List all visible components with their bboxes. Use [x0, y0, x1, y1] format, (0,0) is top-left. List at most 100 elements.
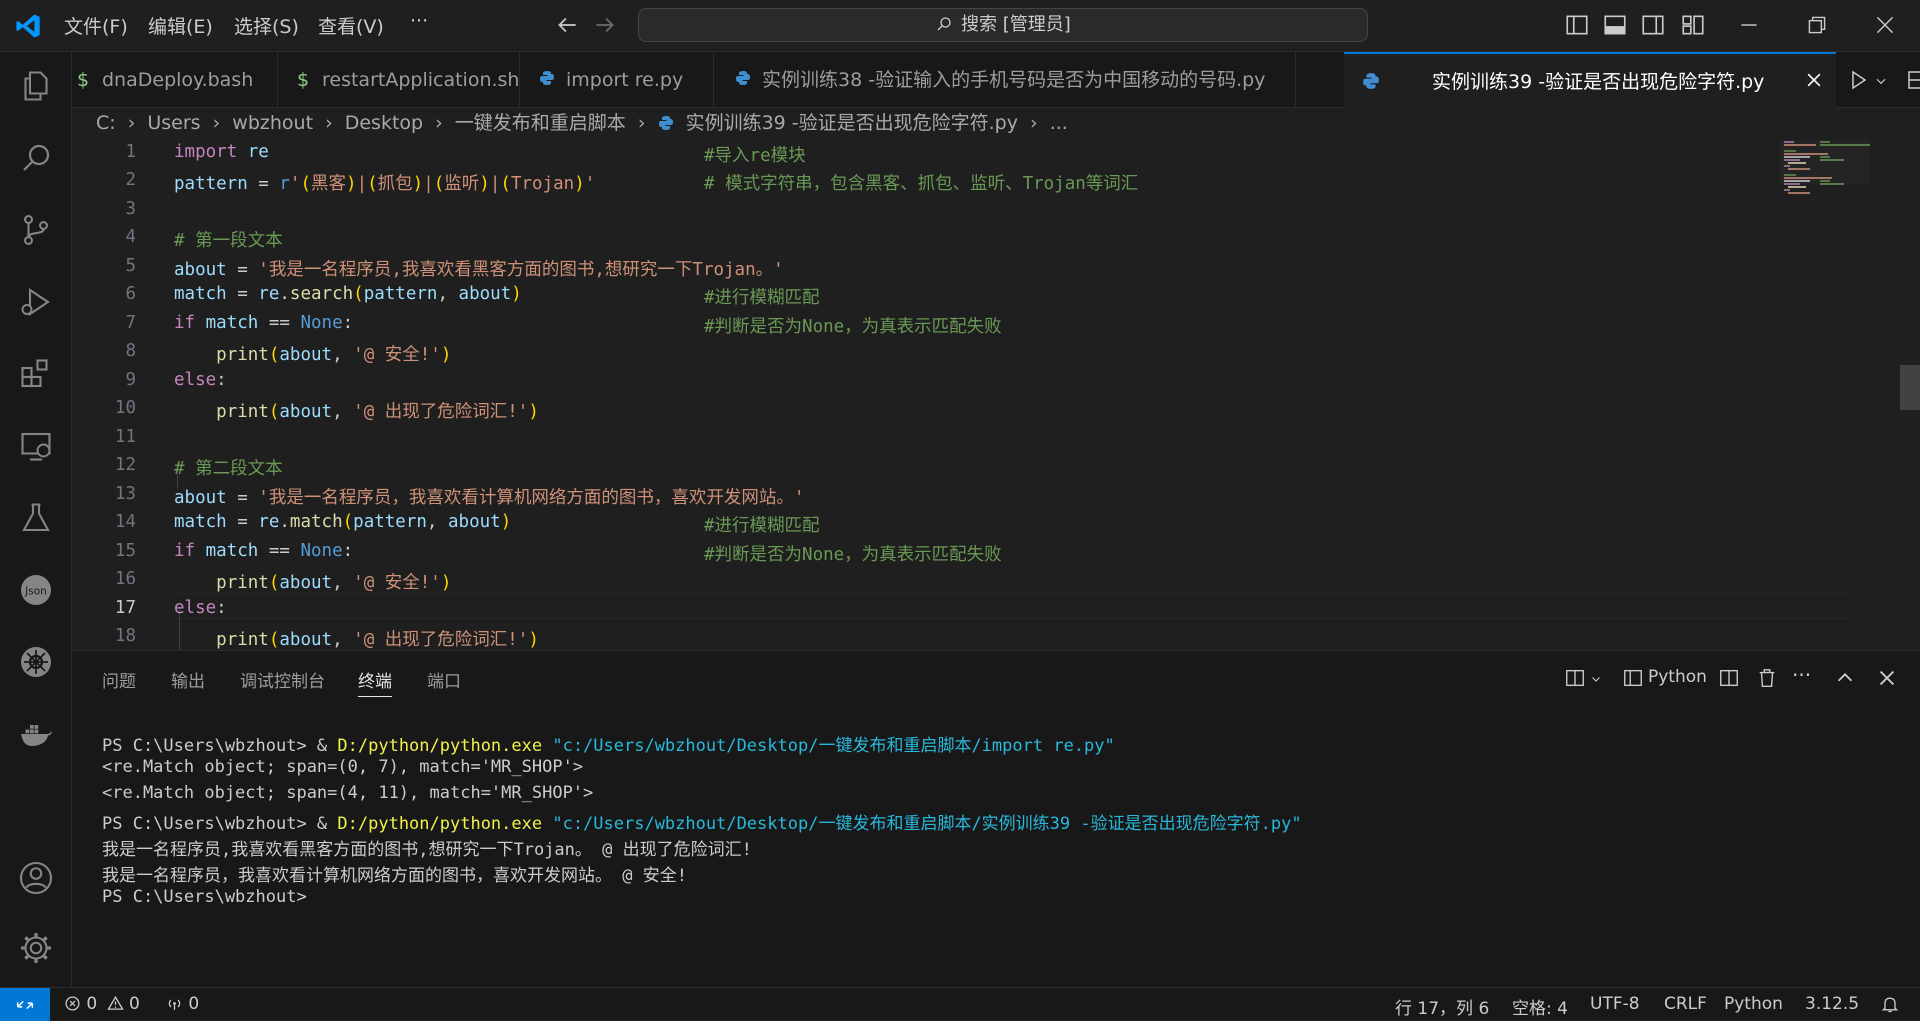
breadcrumb-file[interactable]: 实例训练39 -验证是否出现危险字符.py: [686, 112, 1018, 134]
maximize-panel-chevron-up-icon[interactable]: [1834, 667, 1856, 689]
menu-view[interactable]: 查看(V): [318, 12, 384, 39]
close-window-icon[interactable]: [1872, 12, 1898, 38]
terminal-line[interactable]: PS C:\Users\wbzhout>: [102, 887, 307, 907]
breadcrumb-users[interactable]: Users: [147, 112, 200, 134]
remote-explorer-icon[interactable]: [18, 428, 54, 464]
code-line[interactable]: print(about, '@ 出现了危险词汇!'): [174, 398, 539, 423]
minimap[interactable]: [1780, 140, 1900, 220]
run-python-file-icon[interactable]: [1846, 68, 1870, 92]
menu-more[interactable]: ···: [410, 10, 428, 32]
accounts-icon[interactable]: [18, 860, 54, 896]
code-line[interactable]: else:: [174, 370, 227, 390]
command-search-box[interactable]: 搜索 [管理员]: [638, 8, 1368, 42]
notifications-bell-icon[interactable]: [1880, 994, 1900, 1014]
terminal-shell-name[interactable]: Python: [1648, 667, 1707, 687]
current-line-highlight: [174, 593, 1850, 619]
code-line[interactable]: else:: [174, 598, 227, 618]
menu-selection[interactable]: 选择(S): [234, 12, 299, 39]
encoding[interactable]: UTF-8: [1590, 994, 1640, 1014]
line-number: 18: [114, 626, 136, 646]
customize-layout-icon[interactable]: [1680, 12, 1706, 38]
code-line[interactable]: match = re.match(pattern, about): [174, 512, 511, 532]
new-terminal-split-icon[interactable]: [1564, 667, 1586, 689]
run-dropdown-chevron-icon[interactable]: [1874, 74, 1888, 88]
indentation[interactable]: 空格: 4: [1512, 994, 1568, 1019]
testing-flask-icon[interactable]: [18, 500, 54, 536]
line-ending[interactable]: CRLF: [1664, 994, 1707, 1014]
remote-indicator[interactable]: [0, 988, 50, 1021]
title-bar: 文件(F) 编辑(E) 选择(S) 查看(V) ··· 搜索 [管理员]: [0, 0, 1920, 52]
back-arrow-icon[interactable]: [554, 12, 580, 38]
code-line[interactable]: print(about, '@ 安全!'): [174, 341, 451, 366]
terminal-line[interactable]: PS C:\Users\wbzhout> & D:/python/python.…: [102, 809, 1302, 834]
toggle-primary-sidebar-icon[interactable]: [1564, 12, 1590, 38]
panel-more-actions-icon[interactable]: ···: [1792, 663, 1811, 687]
python-file-icon: [536, 52, 558, 108]
toggle-panel-icon[interactable]: [1602, 12, 1628, 38]
json-icon[interactable]: Json: [18, 572, 54, 608]
terminal-dropdown-chevron-icon[interactable]: [1590, 673, 1602, 685]
code-line[interactable]: print(about, '@ 安全!'): [174, 569, 451, 594]
code-editor[interactable]: 1 2 3 4 5 6 7 8 9 10 11 12 13 14 15 16 1…: [72, 140, 1920, 650]
run-and-debug-icon[interactable]: [18, 284, 54, 320]
kubernetes-icon[interactable]: [18, 644, 54, 680]
tab-dnadeploy[interactable]: $ dnaDeploy.bash: [72, 52, 278, 108]
terminal-line[interactable]: <re.Match object; span=(4, 11), match='M…: [102, 783, 593, 803]
line-number: 12: [114, 455, 136, 475]
tab-problems[interactable]: 问题: [102, 667, 136, 692]
search-view-icon[interactable]: [18, 140, 54, 176]
code-line[interactable]: about = '我是一名程序员，我喜欢看计算机网络方面的图书，喜欢开发网站。': [174, 484, 804, 509]
explorer-icon[interactable]: [18, 68, 54, 104]
restore-window-icon[interactable]: [1804, 12, 1830, 38]
line-number: 9: [125, 370, 136, 390]
trash-icon[interactable]: [1756, 667, 1778, 689]
terminal-line[interactable]: 我是一名程序员,我喜欢看黑客方面的图书,想研究一下Trojan。 @ 出现了危险…: [102, 835, 752, 860]
source-control-icon[interactable]: [18, 212, 54, 248]
breadcrumb-desktop[interactable]: Desktop: [345, 112, 423, 134]
code-line[interactable]: if match == None:: [174, 313, 353, 333]
terminal-line[interactable]: PS C:\Users\wbzhout> & D:/python/python.…: [102, 731, 1115, 756]
tab-debug-console[interactable]: 调试控制台: [240, 667, 325, 692]
menu-edit[interactable]: 编辑(E): [148, 12, 213, 39]
python-version[interactable]: 3.12.5: [1805, 994, 1859, 1014]
menu-file[interactable]: 文件(F): [64, 12, 128, 39]
split-terminal-icon[interactable]: [1718, 667, 1740, 689]
tab-terminal[interactable]: 终端: [358, 667, 392, 697]
line-number: 8: [125, 341, 136, 361]
code-line[interactable]: if match == None:: [174, 541, 353, 561]
tab-example-38[interactable]: 实例训练38 -验证输入的手机号码是否为中国移动的号码.py: [714, 52, 1296, 108]
code-line[interactable]: about = '我是一名程序员,我喜欢看黑客方面的图书,想研究一下Trojan…: [174, 256, 784, 281]
breadcrumb-drive[interactable]: C:: [96, 112, 116, 134]
docker-icon[interactable]: [18, 716, 54, 752]
code-line[interactable]: import re: [174, 142, 269, 162]
ports-indicator[interactable]: 0: [166, 994, 199, 1014]
tab-example-39-content[interactable]: 实例训练39 -验证是否出现危险字符.py: [1344, 52, 1836, 108]
breadcrumb-wbzhout[interactable]: wbzhout: [232, 112, 313, 134]
minimize-window-icon[interactable]: [1736, 12, 1762, 38]
tab-ports[interactable]: 端口: [427, 667, 461, 692]
breadcrumb-symbols[interactable]: ...: [1050, 112, 1068, 134]
forward-arrow-icon[interactable]: [592, 12, 618, 38]
cursor-position[interactable]: 行 17，列 6: [1395, 994, 1489, 1019]
code-line[interactable]: print(about, '@ 出现了危险词汇!'): [174, 626, 539, 650]
tab-output[interactable]: 输出: [171, 667, 205, 692]
split-editor-icon[interactable]: [1906, 68, 1920, 92]
code-line[interactable]: pattern = r'(黑客)|(抓包)|(监听)|(Trojan)': [174, 170, 595, 195]
close-panel-icon[interactable]: [1876, 667, 1898, 689]
code-line[interactable]: match = re.search(pattern, about): [174, 284, 522, 304]
toggle-secondary-sidebar-icon[interactable]: [1640, 12, 1666, 38]
tab-import-re[interactable]: import re.py: [520, 52, 714, 108]
code-line[interactable]: # 第一段文本: [174, 227, 283, 252]
settings-gear-icon[interactable]: [18, 930, 54, 966]
breadcrumb-folder[interactable]: 一键发布和重启脚本: [455, 112, 626, 134]
problems-indicator[interactable]: 0 0: [64, 994, 140, 1014]
python-file-icon: [732, 52, 754, 108]
tab-restart-application[interactable]: $ restartApplication.sh: [278, 52, 520, 108]
editor-scrollbar-thumb[interactable]: [1900, 365, 1920, 410]
extensions-icon[interactable]: [18, 356, 54, 392]
close-tab-icon[interactable]: [1804, 70, 1824, 90]
terminal-line[interactable]: <re.Match object; span=(0, 7), match='MR…: [102, 757, 583, 777]
terminal-line[interactable]: 我是一名程序员，我喜欢看计算机网络方面的图书，喜欢开发网站。 @ 安全!: [102, 861, 687, 886]
language-mode[interactable]: Python: [1724, 994, 1783, 1014]
code-line[interactable]: # 第二段文本: [174, 455, 283, 480]
